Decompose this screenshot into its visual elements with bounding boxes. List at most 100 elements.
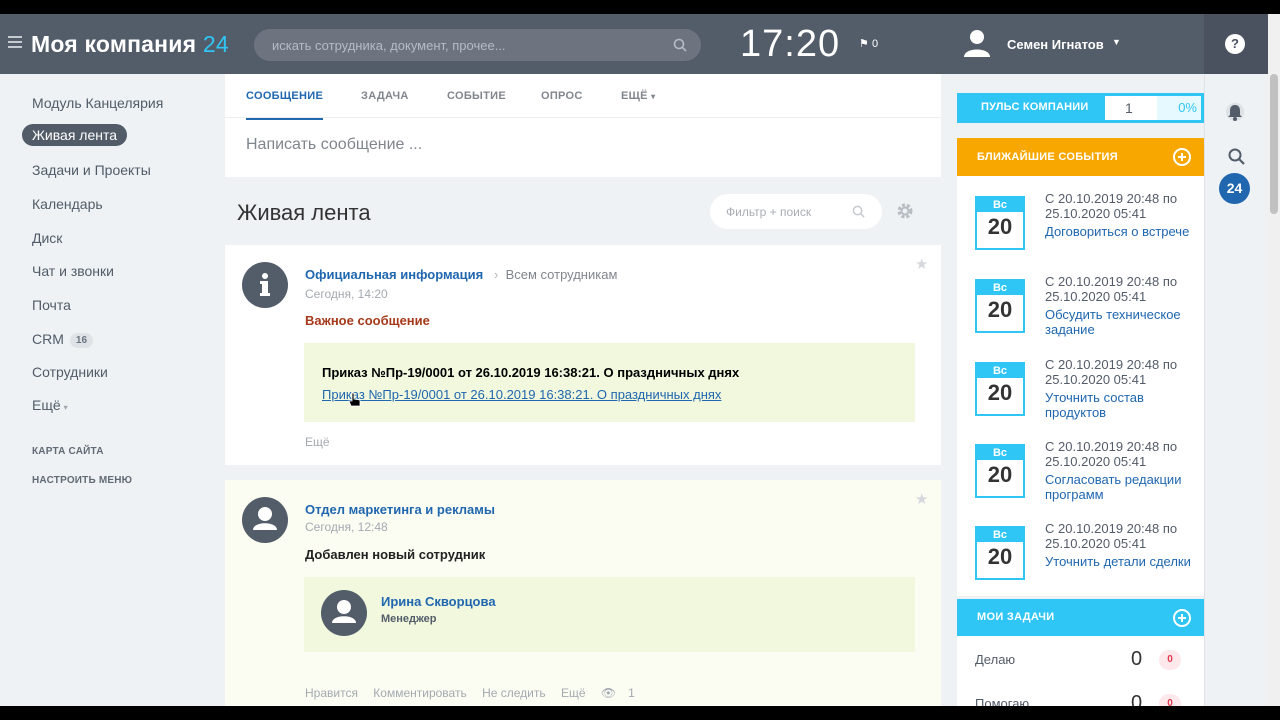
comment-button[interactable]: Комментировать <box>373 686 466 700</box>
tab-task[interactable]: ЗАДАЧА <box>361 90 409 102</box>
order-title: Приказ №Пр-19/0001 от 26.10.2019 16:38:2… <box>322 365 740 380</box>
task-row[interactable]: Делаю 0 0 <box>957 644 1204 674</box>
important-label: Важное сообщение <box>305 313 430 328</box>
task-row[interactable]: Помогаю 0 0 <box>957 688 1204 706</box>
menu-burger-icon[interactable] <box>8 36 22 51</box>
star-icon[interactable]: ★ <box>915 255 928 273</box>
menu-item-tasks[interactable]: Задачи и Проекты <box>32 162 151 178</box>
event-item[interactable]: Вс 20 С 20.10.2019 20:48 по 25.10.2020 05… <box>957 357 1204 442</box>
department-avatar[interactable] <box>242 497 288 543</box>
event-name[interactable]: Уточнить состав продуктов <box>1045 390 1201 420</box>
menu-item-mail[interactable]: Почта <box>32 297 71 313</box>
info-icon <box>260 273 270 296</box>
event-name[interactable]: Уточнить детали сделки <box>1045 554 1201 569</box>
event-date-range: С 20.10.2019 20:48 по 25.10.2020 05:41 <box>1045 357 1178 387</box>
menu-item-more[interactable]: Ещё ▾ <box>32 397 68 413</box>
bitrix24-icon[interactable]: 24 <box>1219 173 1250 204</box>
calendar-icon: Вс 20 <box>975 526 1025 580</box>
tab-message[interactable]: СООБЩЕНИЕ <box>246 90 324 120</box>
scrollbar-thumb[interactable] <box>1270 74 1278 214</box>
employee-name[interactable]: Ирина Скворцова <box>381 594 496 609</box>
menu-item-crm[interactable]: CRM 16 <box>32 331 94 348</box>
calendar-icon: Вс 20 <box>975 279 1025 333</box>
chevron-down-icon: ▾ <box>63 403 68 412</box>
hand-cursor-icon <box>348 392 361 407</box>
feed-post: Отдел маркетинга и рекламы Сегодня, 12:4… <box>225 480 941 706</box>
event-name[interactable]: Договориться о встрече <box>1045 224 1201 239</box>
menu-item-disk[interactable]: Диск <box>32 230 62 246</box>
task-count: 0 <box>1131 692 1143 706</box>
add-event-icon[interactable] <box>1173 148 1191 166</box>
like-button[interactable]: Нравится <box>305 686 358 700</box>
event-item[interactable]: Вс 20 С 20.10.2019 20:48 по 25.10.2020 05… <box>957 191 1204 276</box>
info-avatar[interactable] <box>242 262 288 308</box>
employee-avatar[interactable] <box>321 590 367 636</box>
event-date-range: С 20.10.2019 20:48 по 25.10.2020 05:41 <box>1045 191 1178 221</box>
tab-event[interactable]: СОБЫТИЕ <box>447 90 506 102</box>
event-item[interactable]: Вс 20 С 20.10.2019 20:48 по 25.10.2020 05… <box>957 439 1204 524</box>
event-date-number: 20 <box>987 544 1013 569</box>
menu-item-office-module[interactable]: Модуль Канцелярия <box>32 95 163 111</box>
search-icon[interactable] <box>1228 148 1246 166</box>
help-icon[interactable]: ? <box>1225 34 1245 54</box>
menu-item-live-feed[interactable]: Живая лента <box>22 124 128 146</box>
menu-item-chat[interactable]: Чат и звонки <box>32 263 114 279</box>
unfollow-button[interactable]: Не следить <box>482 686 546 700</box>
post-author[interactable]: Отдел маркетинга и рекламы <box>305 502 495 517</box>
tab-more[interactable]: ЕЩЁ ▾ <box>621 90 656 102</box>
views-count: 1 <box>628 686 635 700</box>
add-task-icon[interactable] <box>1173 609 1191 627</box>
configure-menu-link[interactable]: НАСТРОИТЬ МЕНЮ <box>32 475 132 486</box>
event-item[interactable]: Вс 20 С 20.10.2019 20:48 по 25.10.2020 05… <box>957 521 1204 606</box>
post-more-link[interactable]: Ещё <box>305 435 330 449</box>
right-rail <box>1204 74 1268 706</box>
sitemap-link[interactable]: КАРТА САЙТА <box>32 446 104 457</box>
pulse-label: ПУЛЬС КОМПАНИИ <box>981 101 1089 113</box>
task-label: Делаю <box>975 652 1016 667</box>
menu-item-crm-label: CRM <box>32 331 64 347</box>
star-icon[interactable]: ★ <box>915 490 928 508</box>
task-expired-badge[interactable]: 0 <box>1159 694 1181 706</box>
work-day-flag[interactable]: ⚑ 0 <box>859 37 878 50</box>
clock[interactable]: 17:20 <box>740 23 840 66</box>
tasks-title[interactable]: МОИ ЗАДАЧИ <box>977 611 1055 623</box>
feed-post: Официальная информация › Всем сотрудника… <box>225 245 941 465</box>
post-time[interactable]: Сегодня, 12:48 <box>305 520 388 534</box>
events-title[interactable]: БЛИЖАЙШИЕ СОБЫТИЯ <box>977 151 1118 163</box>
important-message-box: Приказ №Пр-19/0001 от 26.10.2019 16:38:2… <box>304 343 915 422</box>
more-actions-button[interactable]: Ещё <box>561 686 586 700</box>
event-item[interactable]: Вс 20 С 20.10.2019 20:48 по 25.10.2020 05… <box>957 274 1204 359</box>
menu-item-calendar[interactable]: Календарь <box>32 196 103 212</box>
search-icon[interactable] <box>852 205 865 218</box>
tab-poll[interactable]: ОПРОС <box>541 90 583 102</box>
menu-item-employees[interactable]: Сотрудники <box>32 364 108 380</box>
post-time[interactable]: Сегодня, 14:20 <box>305 287 388 301</box>
my-tasks-header: МОИ ЗАДАЧИ <box>957 599 1204 636</box>
event-date-range: С 20.10.2019 20:48 по 25.10.2020 05:41 <box>1045 439 1178 469</box>
user-icon <box>253 507 277 530</box>
page-scrollbar[interactable] <box>1268 14 1280 706</box>
search-icon[interactable] <box>673 38 687 52</box>
user-icon <box>332 600 356 623</box>
order-link[interactable]: Приказ №Пр-19/0001 от 26.10.2019 16:38:2… <box>322 387 721 402</box>
post-actions: Нравится Комментировать Не следить Ещё 👁… <box>305 686 659 700</box>
gear-icon[interactable] <box>896 202 914 220</box>
eye-icon: 👁 <box>600 686 617 700</box>
company-pulse-widget[interactable]: ПУЛЬС КОМПАНИИ 1 0% <box>957 93 1204 123</box>
event-name[interactable]: Обсудить техническое задание <box>1045 307 1201 337</box>
bell-icon[interactable] <box>1226 102 1244 122</box>
event-name[interactable]: Согласовать редакции программ <box>1045 472 1201 502</box>
write-message-input[interactable]: Написать сообщение ... <box>246 136 422 154</box>
calendar-icon: Вс 20 <box>975 362 1025 416</box>
task-expired-badge[interactable]: 0 <box>1159 650 1181 670</box>
pulse-values: 1 0% <box>1105 96 1201 120</box>
event-date-range: С 20.10.2019 20:48 по 25.10.2020 05:41 <box>1045 274 1178 304</box>
post-author[interactable]: Официальная информация <box>305 267 483 282</box>
destination-label: Всем сотрудникам <box>505 267 618 282</box>
company-logo[interactable]: Моя компания 24 <box>31 31 229 58</box>
global-search-input[interactable]: искать сотрудника, документ, прочее... <box>254 29 701 61</box>
chevron-right-icon: › <box>494 267 499 282</box>
filter-search-input[interactable]: Фильтр + поиск <box>710 194 882 229</box>
menu-item-more-label: Ещё <box>32 397 61 413</box>
post-destination[interactable]: › Всем сотрудникам <box>494 267 617 282</box>
